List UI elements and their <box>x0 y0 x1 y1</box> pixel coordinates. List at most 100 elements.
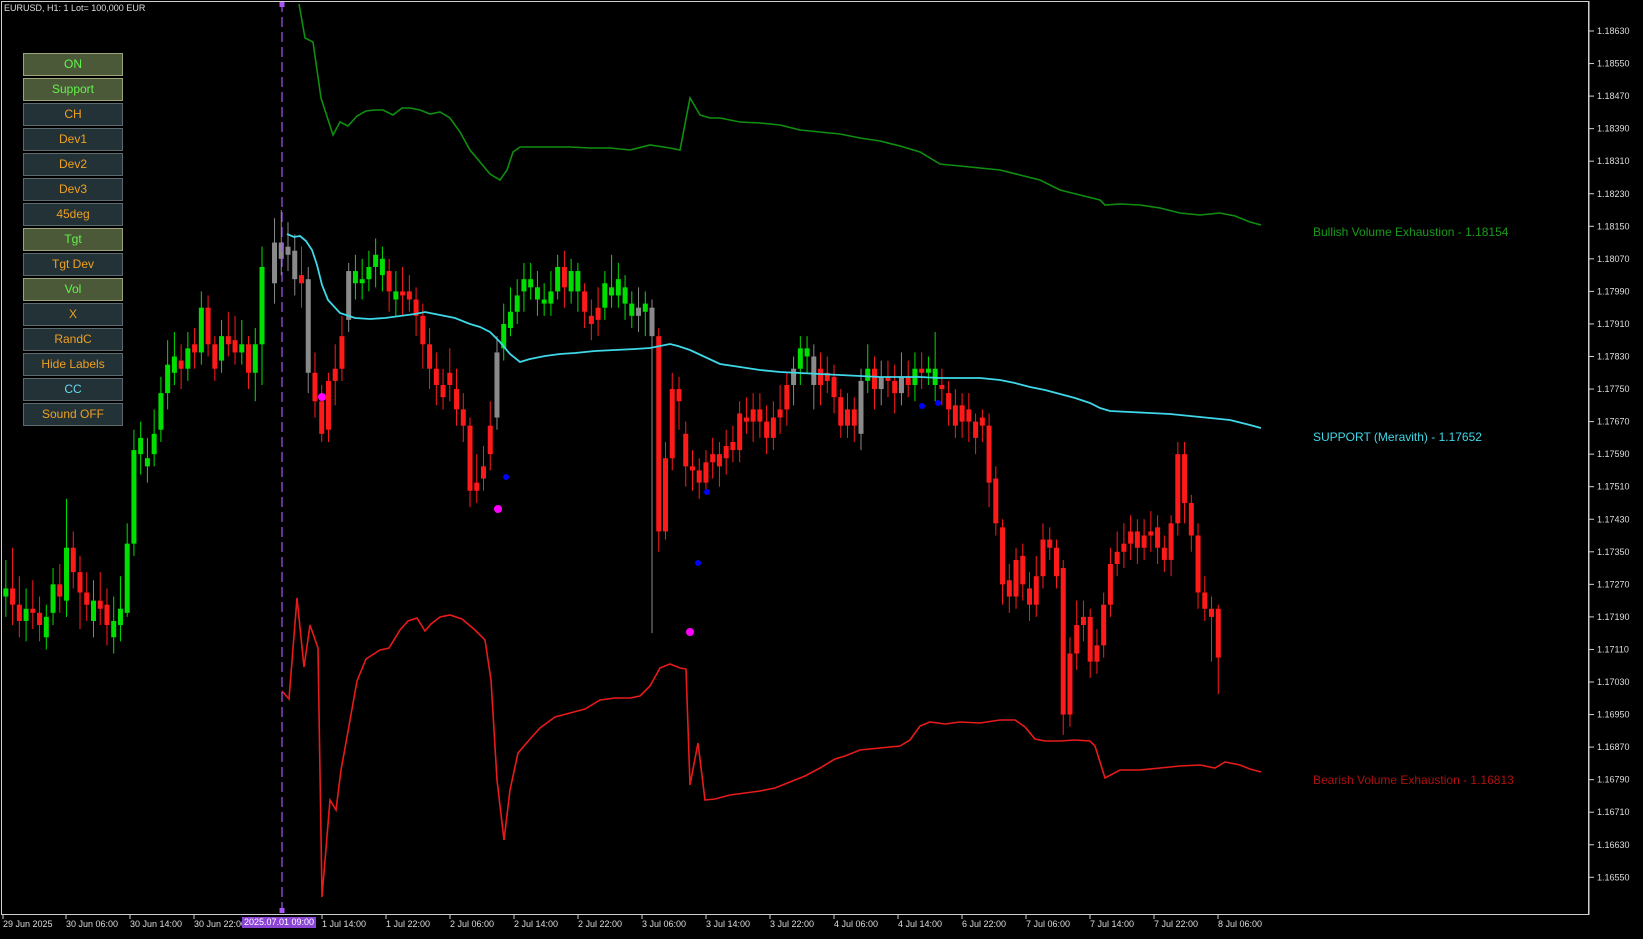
price-tick-label: 1.17190 <box>1597 612 1630 622</box>
panel-button-on[interactable]: ON <box>23 53 123 76</box>
candle-body <box>804 348 810 357</box>
panel-button-cc[interactable]: CC <box>23 378 123 401</box>
candle-body <box>1202 592 1208 609</box>
candle-body <box>919 368 925 373</box>
time-tick-label: 1 Jul 14:00 <box>322 919 366 929</box>
candle-body <box>548 291 554 304</box>
panel-button-45deg[interactable]: 45deg <box>23 203 123 226</box>
candle-body <box>111 620 117 638</box>
candle-body <box>64 547 70 601</box>
price-tick-label: 1.18390 <box>1597 124 1630 134</box>
signal-dot <box>503 474 509 480</box>
candle-body <box>993 478 999 524</box>
candle-body <box>588 315 594 324</box>
panel-button-support[interactable]: Support <box>23 78 123 101</box>
candle-body <box>568 271 574 292</box>
price-tick-label: 1.18630 <box>1597 26 1630 36</box>
price-tick-label: 1.18070 <box>1597 254 1630 264</box>
candle-body <box>1215 608 1221 658</box>
panel-button-tgt-dev[interactable]: Tgt Dev <box>23 253 123 276</box>
candle-body <box>1161 547 1167 560</box>
candle-body <box>582 291 588 312</box>
candle-body <box>1209 608 1215 617</box>
candle-body <box>696 470 702 483</box>
candle-body <box>750 409 756 422</box>
candle-body <box>622 287 628 304</box>
panel-button-dev2[interactable]: Dev2 <box>23 153 123 176</box>
panel-button-tgt[interactable]: Tgt <box>23 228 123 251</box>
price-tick-label: 1.16550 <box>1597 872 1630 882</box>
candle-body <box>427 344 433 369</box>
candle-body <box>609 287 615 296</box>
panel-button-ch[interactable]: CH <box>23 103 123 126</box>
candle-body <box>144 458 150 467</box>
candle-body <box>784 384 790 410</box>
price-tick-label: 1.16790 <box>1597 775 1630 785</box>
candle-body <box>1094 645 1100 662</box>
candle-body <box>312 372 318 402</box>
candle-body <box>710 454 716 463</box>
candle-body <box>878 376 884 390</box>
candle-body <box>966 409 972 422</box>
candle-body <box>669 389 675 459</box>
panel-button-x[interactable]: X <box>23 303 123 326</box>
candle-body <box>595 307 601 320</box>
price-tick-label: 1.17270 <box>1597 579 1630 589</box>
candle-body <box>1027 588 1033 605</box>
candle-body <box>743 417 749 422</box>
time-tick-label: 3 Jul 22:00 <box>770 919 814 929</box>
candle-body <box>757 409 763 422</box>
chart-area[interactable]: 1.18630 1.18550 1.18470 1.18390 1.18310 1.182… <box>0 0 1643 934</box>
panel-button-dev1[interactable]: Dev1 <box>23 128 123 151</box>
vline-handle-bottom[interactable] <box>279 908 285 913</box>
vline-handle-top[interactable] <box>279 2 285 7</box>
candle-body <box>339 336 345 369</box>
candle-body <box>1033 576 1039 605</box>
candle-body <box>30 608 36 613</box>
price-tick-label: 1.16710 <box>1597 807 1630 817</box>
candle-body <box>246 344 252 373</box>
candle-body <box>494 352 500 418</box>
time-tick-label: 30 Jun 22:00 <box>194 919 246 929</box>
time-tick-label: 4 Jul 06:00 <box>834 919 878 929</box>
panel-button-randc[interactable]: RandC <box>23 328 123 351</box>
candle-body <box>43 616 49 638</box>
candle-body <box>359 279 365 284</box>
candle-body <box>770 417 776 438</box>
candle-body <box>952 405 958 426</box>
candle-body <box>1155 527 1161 548</box>
time-tick-label: 7 Jul 14:00 <box>1090 919 1134 929</box>
candle-body <box>474 482 480 491</box>
candle-body <box>898 376 904 394</box>
candle-body <box>352 271 358 284</box>
time-tick-label: 1 Jul 22:00 <box>386 919 430 929</box>
candle-body <box>185 348 191 369</box>
time-cursor-label: 2025.07.01 09:00 <box>242 917 317 928</box>
candle-body <box>386 271 392 292</box>
candle-body <box>151 433 157 455</box>
candle-body <box>77 572 83 593</box>
panel-button-sound-off[interactable]: Sound OFF <box>23 403 123 426</box>
candle-body <box>259 266 265 345</box>
price-tick-label: 1.16950 <box>1597 710 1630 720</box>
candle-body <box>1121 543 1127 552</box>
candle-body <box>124 543 130 613</box>
time-tick-label: 7 Jul 06:00 <box>1026 919 1070 929</box>
panel-button-vol[interactable]: Vol <box>23 278 123 301</box>
candle-body <box>737 413 743 451</box>
time-tick-label: 3 Jul 06:00 <box>642 919 686 929</box>
panel-button-dev3[interactable]: Dev3 <box>23 178 123 201</box>
candle-body <box>70 547 76 573</box>
candle-body <box>232 340 238 353</box>
candle-body <box>158 393 164 430</box>
candle-body <box>393 291 399 300</box>
candle-body <box>400 291 406 296</box>
candle-body <box>57 584 63 597</box>
signal-dot <box>704 489 710 495</box>
price-tick-label: 1.18310 <box>1597 156 1630 166</box>
panel-button-hide-labels[interactable]: Hide Labels <box>23 353 123 376</box>
candle-body <box>851 409 857 426</box>
price-chart[interactable]: 1.18630 1.18550 1.18470 1.18390 1.18310 1.182… <box>0 0 1643 934</box>
candle-body <box>764 421 770 438</box>
symbol-info: EURUSD, H1: 1 Lot= 100,000 EUR <box>4 3 146 13</box>
